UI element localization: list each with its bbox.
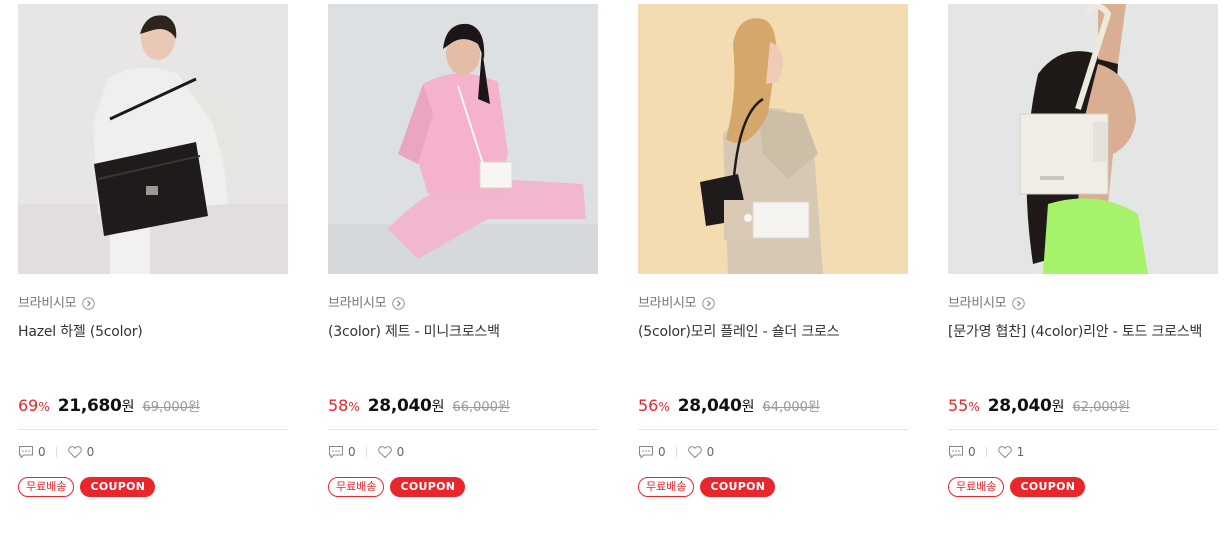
chevron-right-circle-icon[interactable] — [1012, 295, 1026, 310]
review-count: 0 — [658, 445, 666, 459]
product-title[interactable]: Hazel 하젤 (5color) — [18, 321, 290, 381]
coupon-badge: COUPON — [80, 477, 156, 497]
price-unit: 원 — [431, 399, 445, 415]
discount-rate: 69 — [18, 396, 39, 415]
coupon-badge: COUPON — [1010, 477, 1086, 497]
discount-rate: 55 — [948, 396, 969, 415]
original-price: 69,000원 — [142, 400, 200, 415]
stats-row: 0 1 — [948, 444, 1220, 460]
product-title[interactable]: (3color) 제트 - 미니크로스백 — [328, 321, 600, 381]
brand-name[interactable]: 브라비시모 — [638, 292, 697, 311]
product-card[interactable]: 브라비시모 (5color)모리 플레인 - 숄더 크로스 56 % 28,04… — [638, 4, 910, 497]
review-icon[interactable] — [328, 445, 344, 459]
stats-separator — [985, 447, 987, 457]
sale-price: 21,680 — [57, 396, 122, 416]
price-row: 58 % 28,040 원 66,000원 — [328, 396, 600, 420]
product-card[interactable]: 브라비시모 Hazel 하젤 (5color) 69 % 21,680 원 69… — [18, 4, 290, 497]
discount-rate: 56 — [638, 396, 659, 415]
divider — [948, 429, 1218, 430]
stats-row: 0 0 — [638, 444, 910, 460]
price-unit: 원 — [121, 399, 135, 415]
review-icon[interactable] — [638, 445, 654, 459]
review-count: 0 — [348, 445, 356, 459]
review-count: 0 — [968, 445, 976, 459]
review-icon[interactable] — [948, 445, 964, 459]
brand-name[interactable]: 브라비시모 — [18, 292, 77, 311]
free-shipping-badge: 무료배송 — [948, 477, 1005, 497]
like-count: 0 — [396, 445, 405, 459]
price-row: 55 % 28,040 원 62,000원 — [948, 396, 1220, 420]
chevron-right-circle-icon[interactable] — [702, 295, 716, 310]
sale-price: 28,040 — [677, 396, 742, 416]
divider — [638, 429, 908, 430]
product-card[interactable]: 브라비시모 (3color) 제트 - 미니크로스백 58 % 28,040 원… — [328, 4, 600, 497]
like-count: 1 — [1016, 445, 1025, 459]
divider — [18, 429, 288, 430]
heart-icon[interactable] — [997, 445, 1013, 459]
like-count: 0 — [86, 445, 95, 459]
sale-price: 28,040 — [367, 396, 432, 416]
chevron-right-circle-icon[interactable] — [82, 295, 96, 310]
price-row: 56 % 28,040 원 64,000원 — [638, 396, 910, 420]
brand-name[interactable]: 브라비시모 — [328, 292, 387, 311]
stats-row: 0 0 — [328, 444, 600, 460]
stats-row: 0 0 — [18, 444, 290, 460]
price-unit: 원 — [741, 399, 755, 415]
brand-row[interactable]: 브라비시모 — [948, 292, 1220, 311]
discount-rate: 58 — [328, 396, 349, 415]
badge-row: 무료배송 COUPON — [948, 477, 1220, 497]
like-count: 0 — [706, 445, 715, 459]
brand-name[interactable]: 브라비시모 — [948, 292, 1007, 311]
stats-separator — [55, 447, 57, 457]
coupon-badge: COUPON — [390, 477, 466, 497]
stats-separator — [365, 447, 367, 457]
original-price: 64,000원 — [762, 400, 820, 415]
heart-icon[interactable] — [687, 445, 703, 459]
badge-row: 무료배송 COUPON — [18, 477, 290, 497]
product-image[interactable] — [328, 4, 598, 274]
heart-icon[interactable] — [67, 445, 83, 459]
chevron-right-circle-icon[interactable] — [392, 295, 406, 310]
original-price: 62,000원 — [1072, 400, 1130, 415]
discount-unit: % — [348, 400, 360, 414]
free-shipping-badge: 무료배송 — [328, 477, 385, 497]
sale-price: 28,040 — [987, 396, 1052, 416]
product-image[interactable] — [948, 4, 1218, 274]
divider — [328, 429, 598, 430]
stats-separator — [675, 447, 677, 457]
brand-row[interactable]: 브라비시모 — [638, 292, 910, 311]
review-count: 0 — [38, 445, 46, 459]
free-shipping-badge: 무료배송 — [638, 477, 695, 497]
product-grid: 브라비시모 Hazel 하젤 (5color) 69 % 21,680 원 69… — [0, 0, 1225, 537]
badge-row: 무료배송 COUPON — [638, 477, 910, 497]
brand-row[interactable]: 브라비시모 — [18, 292, 290, 311]
product-image[interactable] — [638, 4, 908, 274]
discount-unit: % — [968, 400, 980, 414]
product-image[interactable] — [18, 4, 288, 274]
review-icon[interactable] — [18, 445, 34, 459]
badge-row: 무료배송 COUPON — [328, 477, 600, 497]
coupon-badge: COUPON — [700, 477, 776, 497]
free-shipping-badge: 무료배송 — [18, 477, 75, 497]
brand-row[interactable]: 브라비시모 — [328, 292, 600, 311]
discount-unit: % — [658, 400, 670, 414]
product-card[interactable]: 브라비시모 [문가영 협찬] (4color)리안 - 토드 크로스백 55 %… — [948, 4, 1220, 497]
heart-icon[interactable] — [377, 445, 393, 459]
price-unit: 원 — [1051, 399, 1065, 415]
original-price: 66,000원 — [452, 400, 510, 415]
product-title[interactable]: [문가영 협찬] (4color)리안 - 토드 크로스백 — [948, 321, 1220, 381]
discount-unit: % — [38, 400, 50, 414]
product-title[interactable]: (5color)모리 플레인 - 숄더 크로스 — [638, 321, 910, 381]
price-row: 69 % 21,680 원 69,000원 — [18, 396, 290, 420]
